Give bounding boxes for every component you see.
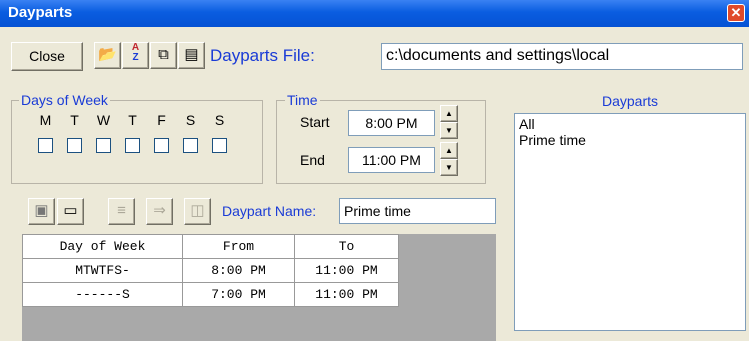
- day-checkbox-sat[interactable]: [183, 138, 198, 153]
- grid-header-to[interactable]: To: [294, 234, 399, 259]
- sort-az-icon: AZ: [131, 42, 140, 63]
- copy-button[interactable]: ⧉: [150, 42, 177, 69]
- start-spin-down[interactable]: ▼: [440, 122, 458, 139]
- move-right-icon: ⇒: [153, 202, 166, 219]
- list-item[interactable]: All: [519, 116, 741, 132]
- time-legend: Time: [285, 92, 320, 108]
- close-button[interactable]: Close: [11, 42, 83, 71]
- trash-icon: ◫: [190, 202, 205, 219]
- grid-header-day-of-week[interactable]: Day of Week: [22, 234, 183, 259]
- note-button[interactable]: ▤: [178, 42, 205, 69]
- list-item[interactable]: Prime time: [519, 132, 741, 148]
- day-checkbox-mon[interactable]: [38, 138, 53, 153]
- table-row[interactable]: ------S 7:00 PM 11:00 PM: [22, 282, 399, 307]
- folder-open-icon: 📂: [98, 46, 117, 63]
- add-daypart-button[interactable]: ≡: [108, 198, 135, 225]
- grid-cell[interactable]: 11:00 PM: [294, 258, 399, 283]
- grid-cell[interactable]: MTWTFS-: [22, 258, 183, 283]
- end-spin-up[interactable]: ▲: [440, 142, 458, 159]
- day-label-mon: M: [39, 112, 52, 128]
- end-label: End: [300, 152, 325, 168]
- daypart-name-field[interactable]: Prime time: [339, 198, 496, 224]
- end-time-field[interactable]: 11:00 PM: [348, 147, 435, 173]
- day-checkbox-tue[interactable]: [67, 138, 82, 153]
- table-row[interactable]: MTWTFS- 8:00 PM 11:00 PM: [22, 258, 399, 283]
- delete-daypart-button[interactable]: ◫: [184, 198, 211, 225]
- day-checkbox-thu[interactable]: [125, 138, 140, 153]
- copy-icon: ⧉: [158, 46, 169, 63]
- day-label-sun: S: [214, 112, 225, 128]
- arrow-down-icon: ▼: [445, 126, 453, 135]
- days-of-week-legend: Days of Week: [19, 92, 110, 108]
- new-daypart-button[interactable]: ▭: [57, 198, 84, 225]
- day-label-tue: T: [70, 112, 79, 128]
- arrow-down-icon: ▼: [445, 163, 453, 172]
- day-label-wed: W: [96, 112, 111, 128]
- dayparts-file-field[interactable]: c:\documents and settings\local: [381, 43, 743, 70]
- save-daypart-button[interactable]: ▣: [28, 198, 55, 225]
- grid-cell[interactable]: 11:00 PM: [294, 282, 399, 307]
- grid-header-from[interactable]: From: [182, 234, 295, 259]
- open-file-button[interactable]: 📂: [94, 42, 121, 69]
- grid-header-row: Day of Week From To: [22, 234, 399, 259]
- grid-cell[interactable]: ------S: [22, 282, 183, 307]
- arrow-up-icon: ▲: [445, 146, 453, 155]
- arrow-up-icon: ▲: [445, 109, 453, 118]
- add-list-icon: ≡: [117, 202, 126, 219]
- day-checkbox-fri[interactable]: [154, 138, 169, 153]
- end-spin-down[interactable]: ▼: [440, 159, 458, 176]
- daypart-name-label: Daypart Name:: [222, 203, 317, 219]
- window-close-button[interactable]: ✕: [727, 4, 745, 22]
- day-label-thu: T: [128, 112, 137, 128]
- start-spin-up[interactable]: ▲: [440, 105, 458, 122]
- dayparts-file-label: Dayparts File:: [210, 46, 315, 65]
- note-icon: ▤: [184, 46, 199, 63]
- floppy-disk-icon: ▣: [34, 202, 49, 219]
- day-checkbox-wed[interactable]: [96, 138, 111, 153]
- new-document-icon: ▭: [63, 202, 78, 219]
- dayparts-listbox[interactable]: All Prime time: [514, 113, 746, 331]
- day-label-sat: S: [185, 112, 196, 128]
- move-daypart-button[interactable]: ⇒: [146, 198, 173, 225]
- grid-cell[interactable]: 8:00 PM: [182, 258, 295, 283]
- title-bar: Dayparts: [0, 0, 749, 27]
- sort-button[interactable]: AZ: [122, 42, 149, 69]
- grid-cell[interactable]: 7:00 PM: [182, 282, 295, 307]
- dayparts-list-header: Dayparts: [601, 93, 659, 109]
- dayparts-grid: Day of Week From To MTWTFS- 8:00 PM 11:0…: [22, 234, 399, 307]
- start-time-field[interactable]: 8:00 PM: [348, 110, 435, 136]
- day-label-fri: F: [157, 112, 166, 128]
- day-checkbox-sun[interactable]: [212, 138, 227, 153]
- window-title: Dayparts: [8, 4, 73, 21]
- start-label: Start: [300, 114, 330, 130]
